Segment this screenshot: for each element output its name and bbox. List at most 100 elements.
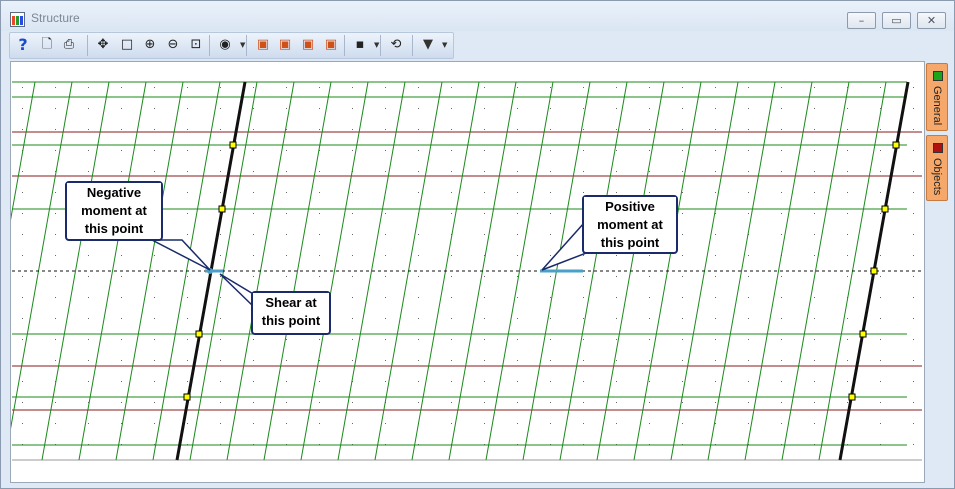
grid-dot [253, 423, 254, 424]
grid-dot [418, 297, 419, 298]
zoom-out-button[interactable]: ⊖ [164, 36, 182, 54]
grid-dot [88, 87, 89, 88]
side-tab-objects[interactable]: Objects [926, 135, 948, 201]
grid-line-slanted [78, 81, 147, 461]
structure-drawing[interactable]: Negative moment at this point Shear at this … [11, 62, 924, 482]
grid-dot [517, 402, 518, 403]
grid-dot [418, 255, 419, 256]
grid-dot [880, 423, 881, 424]
grid-dot [385, 171, 386, 172]
grid-dot [385, 87, 386, 88]
grid-dot [517, 255, 518, 256]
dropdown-arrow-icon[interactable]: ▼ [374, 36, 379, 54]
pan-button[interactable]: ✥ [94, 36, 112, 54]
grid-dot [649, 423, 650, 424]
help-button[interactable]: ? [14, 36, 32, 54]
side-tab-general[interactable]: General [926, 63, 948, 131]
view-3d-front-button[interactable]: ▣ [254, 36, 272, 54]
floppy-icon: ▪ [355, 37, 365, 52]
zoom-extents-button[interactable]: ⊡ [187, 36, 205, 54]
grid-dot [220, 171, 221, 172]
grid-dot [88, 381, 89, 382]
grid-dot [550, 423, 551, 424]
grid-dot [253, 192, 254, 193]
grid-dot [748, 171, 749, 172]
grid-dot [451, 276, 452, 277]
grid-dot [814, 255, 815, 256]
grid-dot [484, 402, 485, 403]
grid-dot [814, 297, 815, 298]
print-button[interactable]: ⎙ [60, 36, 78, 54]
minimize-button[interactable]: – [847, 12, 876, 29]
grid-dot [187, 129, 188, 130]
grid-dot [682, 339, 683, 340]
grid-dot [682, 276, 683, 277]
view-button[interactable]: ◉ [216, 36, 234, 54]
grid-dot [154, 171, 155, 172]
grid-dot [550, 402, 551, 403]
grid-dot [253, 213, 254, 214]
grid-dot [847, 192, 848, 193]
grid-dot [451, 360, 452, 361]
zoom-in-icon: ⊕ [144, 37, 156, 52]
toolbar-separator [246, 35, 247, 56]
grid-dot [22, 339, 23, 340]
grid-dot [121, 255, 122, 256]
grid-line-slanted [300, 81, 369, 461]
grid-dot [154, 108, 155, 109]
view-3d-top-button[interactable]: ▣ [299, 36, 317, 54]
maximize-button[interactable]: ▭ [882, 12, 911, 29]
grid-dot [484, 318, 485, 319]
close-button[interactable]: ✕ [917, 12, 946, 29]
grid-dot [484, 192, 485, 193]
grid-dot [781, 297, 782, 298]
grid-dot [352, 150, 353, 151]
grid-dot [187, 318, 188, 319]
print-preview-button[interactable]: 🗋 [38, 36, 56, 54]
grid-dot [517, 276, 518, 277]
grid-dot [88, 150, 89, 151]
grid-dot [319, 87, 320, 88]
grid-dot [616, 297, 617, 298]
grid-dot [220, 360, 221, 361]
grid-dot [121, 297, 122, 298]
grid-dot [748, 297, 749, 298]
grid-dot [22, 381, 23, 382]
grid-dot [616, 318, 617, 319]
dropdown-arrow-icon[interactable]: ▼ [240, 36, 245, 54]
view-3d-iso-button[interactable]: ▣ [322, 36, 340, 54]
grid-dot [583, 423, 584, 424]
grid-dot [847, 339, 848, 340]
save-button[interactable]: ▪ [351, 36, 369, 54]
grid-dot [220, 276, 221, 277]
structure-canvas[interactable]: Negative moment at this point Shear at this … [10, 61, 925, 483]
refresh-button[interactable]: ⟲ [387, 36, 405, 54]
dropdown-arrow-icon[interactable]: ▼ [442, 36, 447, 54]
grid-dot [220, 423, 221, 424]
grid-dot [781, 213, 782, 214]
grid-dot [583, 297, 584, 298]
grid-dot [715, 297, 716, 298]
grid-dot [682, 402, 683, 403]
grid-dot [814, 234, 815, 235]
grid-dot [352, 87, 353, 88]
grid-dot [220, 318, 221, 319]
toolbar: ? 🗋 ⎙ ✥ □ ⊕ ⊖ ⊡ ◉ ▼ ▣ ▣ ▣ ▣ ▪ ▼ ⟲ ▼ ▼ [9, 32, 454, 59]
select-window-button[interactable]: □ [118, 36, 136, 54]
zoom-in-button[interactable]: ⊕ [141, 36, 159, 54]
grid-dot [55, 402, 56, 403]
grid-dot [880, 339, 881, 340]
grid-dot [286, 87, 287, 88]
side-tab-label: Objects [931, 158, 943, 196]
filter-button[interactable]: ▼ [419, 36, 437, 54]
view-3d-side-button[interactable]: ▣ [276, 36, 294, 54]
maximize-icon: ▭ [891, 14, 902, 27]
side-tab-label: General [931, 86, 943, 126]
node-marker [870, 267, 878, 275]
grid-dot [253, 87, 254, 88]
grid-dot [616, 402, 617, 403]
grid-dot [748, 213, 749, 214]
grid-dot [22, 87, 23, 88]
grid-dot [550, 213, 551, 214]
grid-dot [550, 87, 551, 88]
